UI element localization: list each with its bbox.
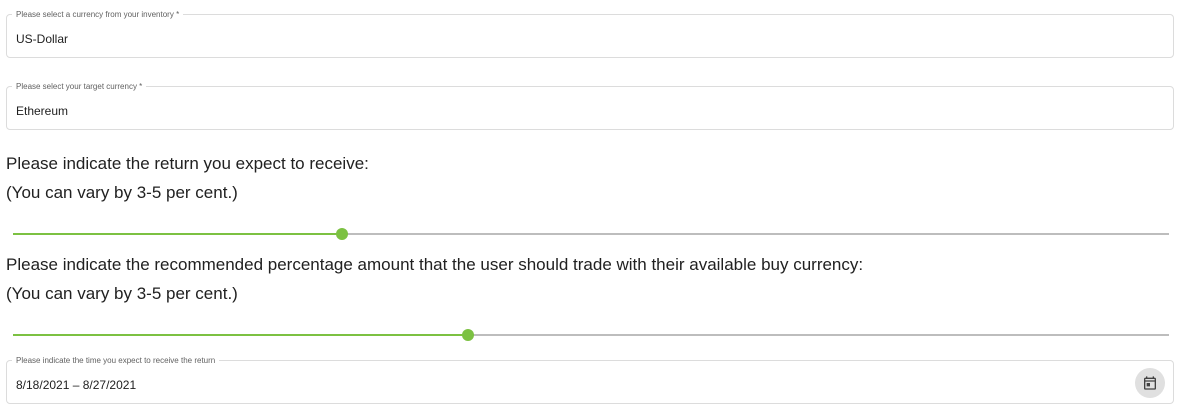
- return-time-date-range[interactable]: Please indicate the time you expect to r…: [6, 355, 1174, 404]
- expected-return-hint: (You can vary by 3-5 per cent.): [6, 183, 238, 202]
- return-time-value: 8/18/2021 – 8/27/2021: [16, 378, 137, 392]
- trade-percentage-slider-fill: [13, 334, 469, 336]
- target-currency-value: Ethereum: [16, 104, 69, 118]
- expected-return-question: Please indicate the return you expect to…: [6, 154, 369, 173]
- trade-percentage-slider-thumb[interactable]: [462, 329, 475, 341]
- expected-return-slider-thumb[interactable]: [336, 228, 349, 240]
- expected-return-slider[interactable]: [13, 226, 1169, 242]
- source-currency-select[interactable]: Please select a currency from your inven…: [6, 9, 1174, 58]
- target-currency-label: Please select your target currency *: [12, 81, 147, 92]
- calendar-icon: [1144, 376, 1156, 390]
- trade-percentage-question: Please indicate the recommended percenta…: [6, 255, 864, 274]
- source-currency-label: Please select a currency from your inven…: [12, 9, 184, 20]
- source-currency-value: US-Dollar: [16, 32, 69, 46]
- return-time-label: Please indicate the time you expect to r…: [12, 355, 220, 366]
- trade-percentage-hint: (You can vary by 3-5 per cent.): [6, 284, 238, 303]
- trade-percentage-slider[interactable]: [13, 327, 1169, 343]
- calendar-button[interactable]: [1135, 368, 1165, 398]
- target-currency-select[interactable]: Please select your target currency * Eth…: [6, 81, 1174, 130]
- expected-return-slider-fill: [13, 233, 343, 235]
